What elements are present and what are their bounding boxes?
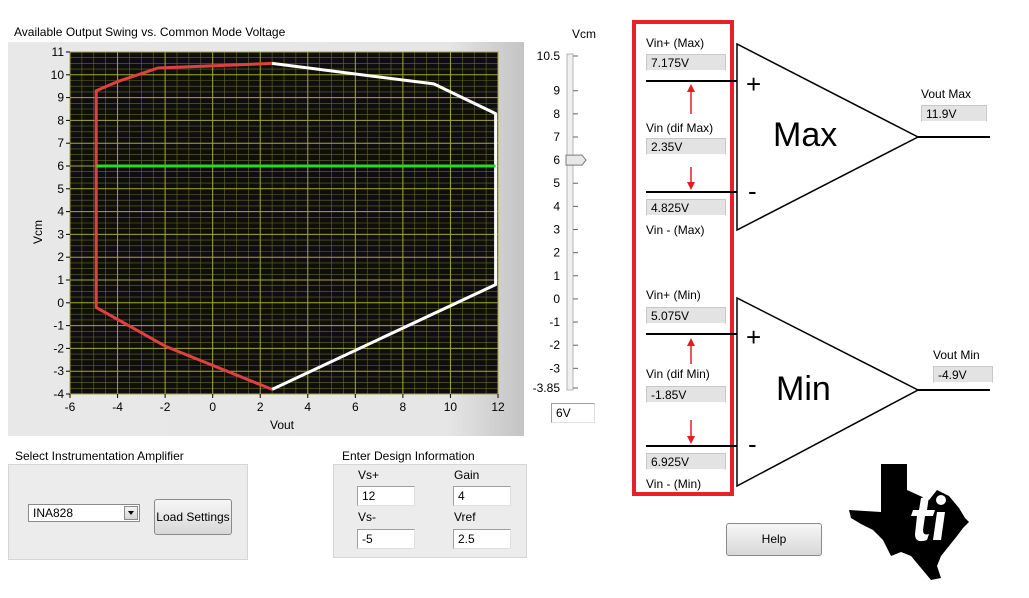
vs-plus-label: Vs+ — [358, 468, 380, 482]
x-tick-label: 0 — [209, 400, 216, 414]
x-tick-label: 12 — [491, 400, 505, 414]
vout-max-value: 11.9V — [921, 105, 987, 122]
slider-tick-label: 2 — [553, 246, 560, 260]
vs-minus-input[interactable]: -5 — [357, 529, 415, 549]
y-tick-label: -1 — [53, 319, 64, 333]
min-dif-arrow-up — [687, 338, 695, 364]
amplifier-dropdown[interactable]: INA828 — [28, 504, 140, 522]
slider-thumb[interactable] — [565, 154, 587, 166]
min-dif-arrow-down — [687, 420, 695, 444]
y-tick-label: -2 — [53, 341, 64, 355]
max-dif-arrow-up — [687, 84, 695, 114]
slider-tick-label: 1 — [553, 269, 560, 283]
slider-track[interactable] — [566, 53, 574, 391]
y-tick-label: 2 — [57, 250, 64, 264]
x-axis-label: Vout — [270, 418, 295, 432]
output-swing-chart: -6 -4 -2 0 2 4 6 8 10 12 11109876543210-1-2-3-4 V… — [8, 42, 524, 436]
y-tick-label: 1 — [57, 273, 64, 287]
y-tick-label: -4 — [53, 387, 64, 401]
vout-min-label: Vout Min — [933, 348, 980, 362]
y-tick-label: 7 — [57, 136, 64, 150]
vcm-slider[interactable]: 10.5 9 8 7 6 5 4 3 2 1 0 -1 -2 -3 -3.85 — [530, 44, 600, 400]
y-tick-label: 0 — [57, 296, 64, 310]
vref-label: Vref — [454, 510, 476, 524]
vcm-readout[interactable]: 6V — [551, 403, 595, 423]
slider-title: Vcm — [572, 27, 596, 41]
max-plus-sign: + — [746, 69, 761, 99]
load-settings-button[interactable]: Load Settings — [154, 499, 232, 535]
vs-minus-label: Vs- — [358, 510, 376, 524]
y-tick-label: 3 — [57, 227, 64, 241]
max-amplifier-label: Max — [773, 116, 837, 154]
y-tick-label: 9 — [57, 91, 64, 105]
y-tick-label: 8 — [57, 113, 64, 127]
design-info-panel: Vs+ 12 Gain 4 Vs- -5 Vref 2.5 — [333, 464, 527, 558]
vref-input[interactable]: 2.5 — [453, 529, 511, 549]
x-tick-label: -6 — [65, 400, 76, 414]
slider-tick-label: -2 — [549, 338, 560, 352]
x-tick-label: 10 — [444, 400, 458, 414]
x-tick-label: 4 — [304, 400, 311, 414]
gain-label: Gain — [454, 468, 480, 482]
minor-grid — [70, 52, 498, 394]
slider-tick-label: 7 — [553, 130, 560, 144]
slider-tick-label: -1 — [549, 315, 560, 329]
y-tick-label: 10 — [51, 68, 65, 82]
y-tick-label: -3 — [53, 364, 64, 378]
y-tick-label: 11 — [52, 45, 65, 59]
max-minus-sign: - — [748, 176, 757, 206]
vs-plus-input[interactable]: 12 — [357, 486, 415, 506]
min-minus-sign: - — [748, 429, 757, 459]
vout-max-label: Vout Max — [921, 87, 972, 101]
slider-tick-label: 8 — [553, 107, 560, 121]
gain-input[interactable]: 4 — [453, 486, 511, 506]
x-tick-label: 8 — [400, 400, 407, 414]
help-button[interactable]: Help — [726, 523, 822, 556]
y-axis-label: Vcm — [31, 220, 45, 244]
chevron-down-icon[interactable] — [124, 506, 138, 520]
slider-tick-label: 9 — [553, 84, 560, 98]
x-tick-label: 6 — [352, 400, 359, 414]
texas-instruments-logo-icon — [849, 464, 969, 580]
y-tick-label: 4 — [57, 205, 64, 219]
select-amplifier-panel: INA828 Load Settings — [8, 464, 248, 560]
y-tick-label: 6 — [57, 159, 64, 173]
x-tick-label: -4 — [112, 400, 123, 414]
slider-tick-label: 4 — [553, 199, 560, 213]
x-tick-label: 2 — [257, 400, 264, 414]
slider-tick-label: 5 — [553, 176, 560, 190]
slider-thumb-shape[interactable] — [565, 154, 587, 166]
design-info-title: Enter Design Information — [342, 449, 475, 463]
min-plus-sign: + — [746, 322, 761, 352]
slider-tick-label: 6 — [553, 153, 560, 167]
slider-tick-label: -3.85 — [533, 381, 561, 395]
slider-tick-label: 3 — [553, 223, 560, 237]
select-amplifier-title: Select Instrumentation Amplifier — [15, 449, 184, 463]
vout-min-value: -4.9V — [933, 366, 993, 383]
slider-tick-label: -3 — [549, 361, 560, 375]
chart-title: Available Output Swing vs. Common Mode V… — [14, 25, 286, 39]
max-dif-arrow-down — [687, 167, 695, 190]
y-tick-label: 5 — [57, 182, 64, 196]
slider-tick-label: 10.5 — [537, 49, 561, 63]
min-amplifier-label: Min — [776, 370, 831, 408]
slider-tick-label: 0 — [553, 292, 560, 306]
amplifier-dropdown-value: INA828 — [33, 506, 74, 520]
x-tick-label: -2 — [160, 400, 171, 414]
